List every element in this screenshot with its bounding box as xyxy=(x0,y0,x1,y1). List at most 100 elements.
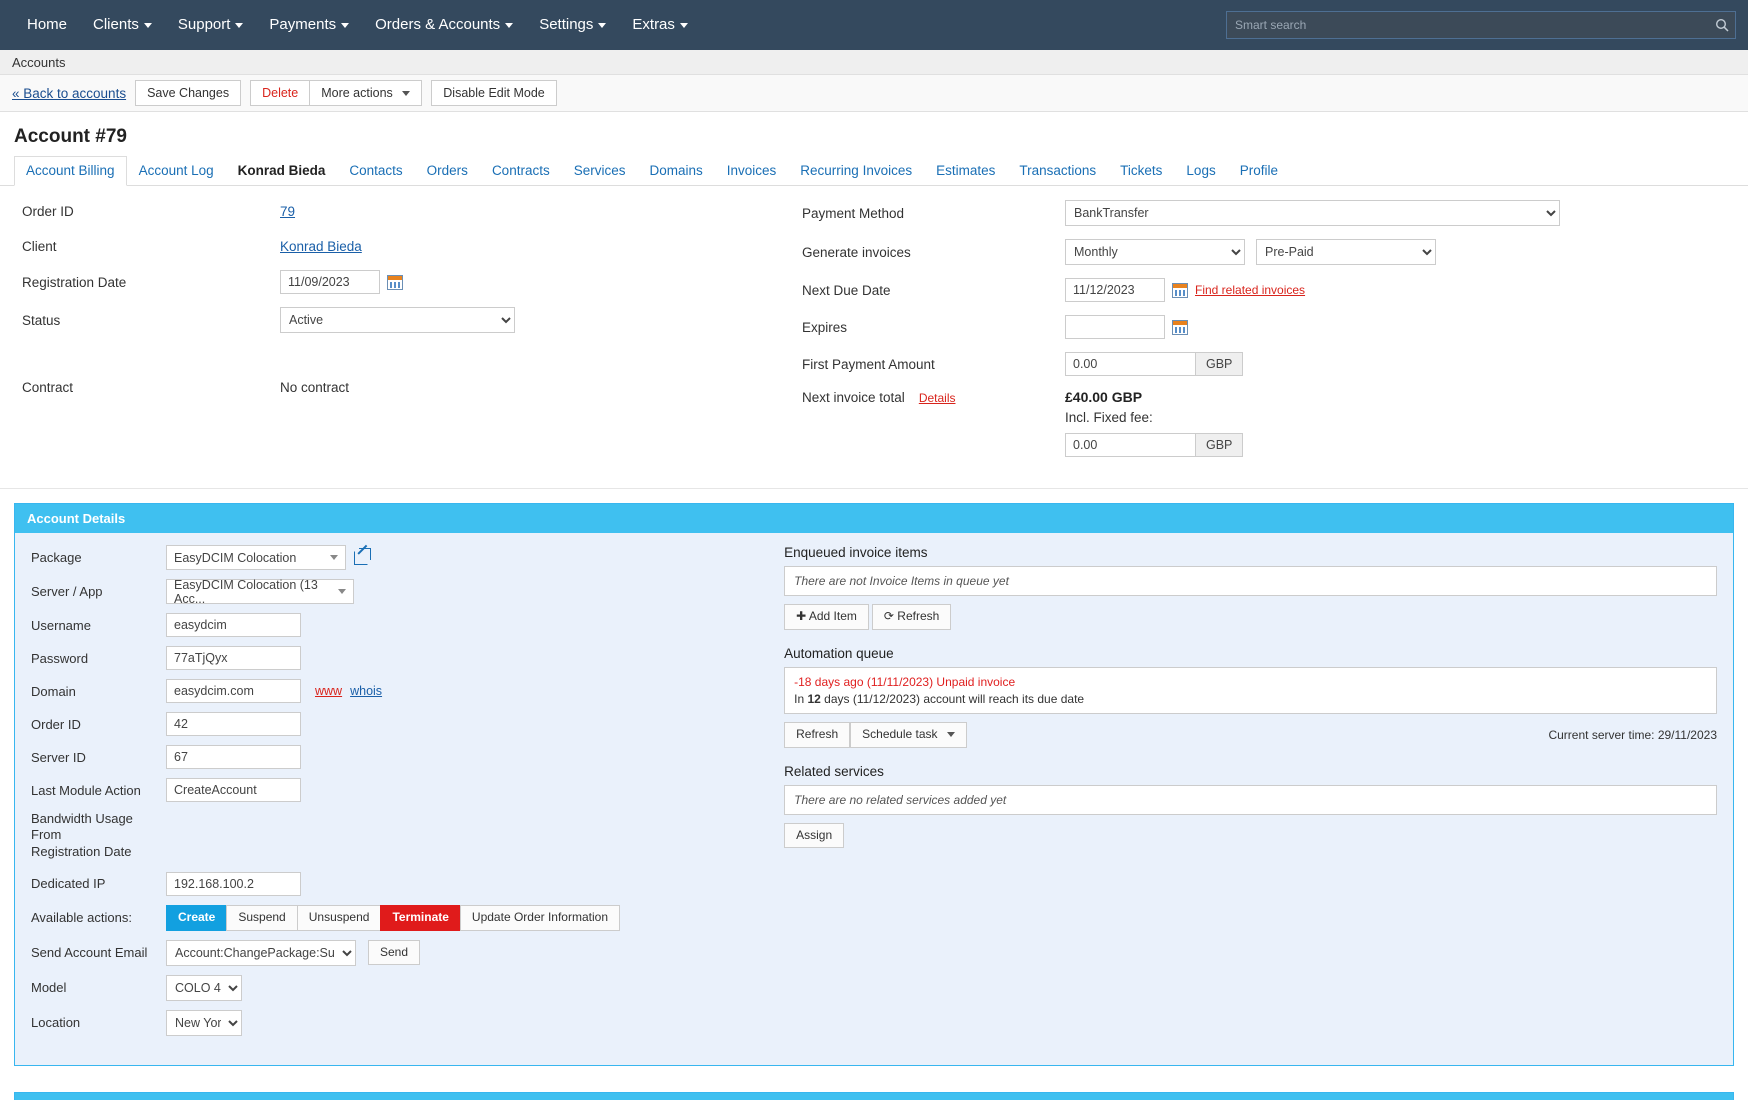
nav-item-extras[interactable]: Extras xyxy=(619,0,701,50)
nav-item-clients[interactable]: Clients xyxy=(80,0,165,50)
add-item-label: Add Item xyxy=(808,609,857,623)
action-terminate-button[interactable]: Terminate xyxy=(380,904,461,931)
status-select[interactable]: Active xyxy=(280,307,515,333)
domain-input[interactable] xyxy=(166,679,301,703)
domain-whois-link[interactable]: whois xyxy=(350,684,382,698)
nav-item-label: Clients xyxy=(93,16,139,33)
client-link[interactable]: Konrad Bieda xyxy=(280,239,362,254)
invoice-type-select[interactable]: Pre-Paid xyxy=(1256,239,1436,265)
last-module-action-input[interactable] xyxy=(166,778,301,802)
chevron-down-icon xyxy=(341,22,350,28)
automation-refresh-button[interactable]: Refresh xyxy=(784,721,851,748)
expires-input[interactable] xyxy=(1065,315,1165,339)
tab-services[interactable]: Services xyxy=(562,156,638,186)
more-actions-button[interactable]: More actions xyxy=(309,79,423,107)
detail-order-id-input[interactable] xyxy=(166,712,301,736)
next-invoice-details-link[interactable]: Details xyxy=(919,391,956,405)
find-related-invoices-link[interactable]: Find related invoices xyxy=(1195,283,1305,297)
action-unsuspend-button[interactable]: Unsuspend xyxy=(296,904,382,931)
account-details-panel: Account Details Package EasyDCIM Colocat… xyxy=(14,503,1734,1066)
first-payment-input[interactable] xyxy=(1065,352,1195,376)
search-input[interactable] xyxy=(1227,18,1709,32)
order-id-link[interactable]: 79 xyxy=(280,204,295,219)
delete-button[interactable]: Delete xyxy=(250,79,311,107)
location-select[interactable]: New York xyxy=(166,1009,242,1036)
tab-invoices[interactable]: Invoices xyxy=(715,156,789,186)
tab-estimates[interactable]: Estimates xyxy=(924,156,1007,186)
row-status: Status Active xyxy=(22,307,780,333)
schedule-task-button[interactable]: Schedule task xyxy=(850,721,967,748)
bandwidth-usage-label-line1: Bandwidth Usage From xyxy=(31,811,133,843)
action-update-order-information-button[interactable]: Update Order Information xyxy=(459,904,620,931)
next-due-date-input[interactable] xyxy=(1065,278,1165,302)
dedicated-ip-input[interactable] xyxy=(166,871,301,896)
domain-www-link[interactable]: www xyxy=(315,684,342,698)
automation-queue-box: -18 days ago (11/11/2023) Unpaid invoice… xyxy=(784,666,1717,714)
tab-transactions[interactable]: Transactions xyxy=(1007,156,1108,186)
save-changes-button[interactable]: Save Changes xyxy=(135,79,242,107)
tab-tickets[interactable]: Tickets xyxy=(1108,156,1174,186)
first-payment-input-group: GBP xyxy=(1065,352,1244,376)
server-app-label: Server / App xyxy=(31,584,103,599)
row-server-app: Server / App EasyDCIM Colocation (13 Acc… xyxy=(31,577,784,606)
tab-profile[interactable]: Profile xyxy=(1228,156,1290,186)
assign-button[interactable]: Assign xyxy=(784,822,845,849)
refresh-invoice-items-button[interactable]: ⟳ Refresh xyxy=(871,604,952,630)
calendar-icon[interactable] xyxy=(1172,319,1188,335)
tab-recurring-invoices[interactable]: Recurring Invoices xyxy=(788,156,924,186)
row-domain: Domain www whois xyxy=(31,679,784,703)
account-addons-panel: Account addons Add addon xyxy=(14,1091,1734,1100)
password-input[interactable] xyxy=(166,646,301,670)
row-next-invoice-total: Next invoice total Details £40.00 GBP In… xyxy=(802,389,1740,457)
account-billing-form: Order ID 79 Client Konrad Bieda Registra… xyxy=(0,186,1748,489)
fixed-fee-input[interactable] xyxy=(1065,433,1195,457)
username-input[interactable] xyxy=(166,613,301,637)
tab-contracts[interactable]: Contracts xyxy=(480,156,562,186)
send-account-email-select[interactable]: Account:ChangePackage:Success xyxy=(166,939,356,966)
tab-account-billing[interactable]: Account Billing xyxy=(14,156,127,186)
billing-right-column: Payment Method BankTransfer Generate inv… xyxy=(780,200,1740,470)
calendar-icon[interactable] xyxy=(387,274,403,290)
model-select[interactable]: COLO 4U xyxy=(166,974,242,1001)
external-link-icon[interactable] xyxy=(354,550,368,565)
next-due-date-label: Next Due Date xyxy=(802,282,891,298)
payment-method-select[interactable]: BankTransfer xyxy=(1065,200,1560,226)
server-app-value: EasyDCIM Colocation (13 Acc... xyxy=(174,577,318,606)
server-app-select[interactable]: EasyDCIM Colocation (13 Acc... xyxy=(166,577,354,606)
nav-item-home[interactable]: Home xyxy=(14,0,80,50)
package-select[interactable]: EasyDCIM Colocation xyxy=(166,545,346,570)
server-id-input[interactable] xyxy=(166,745,301,769)
tab-domains[interactable]: Domains xyxy=(637,156,714,186)
tab-contacts[interactable]: Contacts xyxy=(337,156,414,186)
schedule-task-label: Schedule task xyxy=(862,726,938,741)
add-item-button[interactable]: ✚ Add Item xyxy=(784,604,869,630)
row-location: Location New York xyxy=(31,1009,784,1036)
nav-item-settings[interactable]: Settings xyxy=(526,0,619,50)
nav-item-orders-accounts[interactable]: Orders & Accounts xyxy=(362,0,526,50)
tab-logs[interactable]: Logs xyxy=(1174,156,1227,186)
nav-item-payments[interactable]: Payments xyxy=(256,0,362,50)
nav-item-support[interactable]: Support xyxy=(165,0,257,50)
back-to-accounts-link[interactable]: « Back to accounts xyxy=(12,86,126,101)
model-label: Model xyxy=(31,980,67,996)
smart-search-box[interactable] xyxy=(1226,11,1736,39)
calendar-icon[interactable] xyxy=(1172,282,1188,298)
send-email-button[interactable]: Send xyxy=(368,939,421,966)
enqueued-empty-text: There are not Invoice Items in queue yet xyxy=(794,574,1009,588)
tab-account-log[interactable]: Account Log xyxy=(127,156,226,186)
search-icon[interactable] xyxy=(1709,12,1735,38)
registration-date-input[interactable] xyxy=(280,270,380,294)
row-model: Model COLO 4U xyxy=(31,974,784,1001)
enqueued-invoice-items-title: Enqueued invoice items xyxy=(784,545,928,560)
account-details-panel-title: Account Details xyxy=(15,504,1733,533)
invoice-cycle-select[interactable]: Monthly xyxy=(1065,239,1245,265)
first-payment-label: First Payment Amount xyxy=(802,356,935,372)
row-bandwidth-usage: Bandwidth Usage From Registration Date xyxy=(31,811,784,860)
account-details-left: Package EasyDCIM Colocation Server / App… xyxy=(15,545,784,1045)
top-navigation-bar: Home Clients Support Payments Orders & Accou… xyxy=(0,0,1748,50)
action-suspend-button[interactable]: Suspend xyxy=(226,904,298,931)
row-order-id: Order ID 79 xyxy=(22,200,780,222)
action-create-button[interactable]: Create xyxy=(166,904,228,931)
disable-edit-mode-button[interactable]: Disable Edit Mode xyxy=(431,79,557,107)
tab-orders[interactable]: Orders xyxy=(415,156,480,186)
